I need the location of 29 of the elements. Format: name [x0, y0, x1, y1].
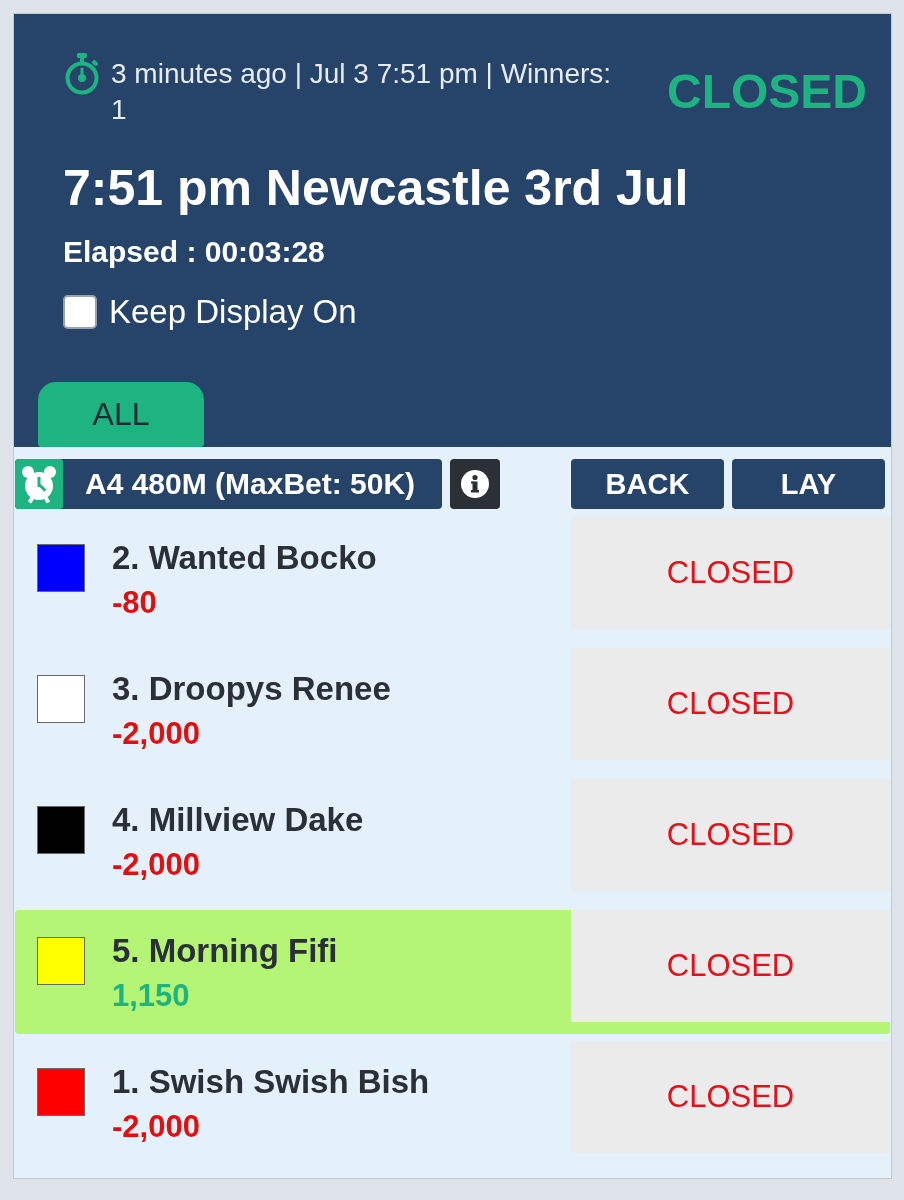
- race-title: 7:51 pm Newcastle 3rd Jul: [63, 159, 690, 218]
- race-info-text: 3 minutes ago | Jul 3 7:51 pm | Winners: 1: [111, 57, 613, 127]
- runner-name: 3. Droopys Renee: [112, 669, 391, 709]
- keep-display-checkbox[interactable]: [63, 295, 97, 329]
- price-cell[interactable]: CLOSED: [571, 779, 890, 891]
- runner-profit: 1,150: [112, 977, 191, 1015]
- column-header: LAY: [732, 459, 885, 509]
- race-status-label: CLOSED: [667, 68, 867, 116]
- alarm-clock-icon: [15, 459, 63, 509]
- runner-profit: -2,000: [112, 846, 201, 884]
- market-name: A4 480M (MaxBet: 50K): [84, 467, 416, 501]
- runner-profit: -80: [112, 584, 158, 622]
- keep-display-label: Keep Display On: [109, 293, 357, 331]
- price-cell[interactable]: CLOSED: [571, 648, 890, 760]
- runner-name: 2. Wanted Bocko: [112, 538, 377, 578]
- price-cell[interactable]: CLOSED: [571, 1041, 890, 1153]
- stopwatch-icon: [63, 53, 101, 95]
- runner-profit: -2,000: [112, 1108, 201, 1146]
- price-cell[interactable]: CLOSED: [571, 910, 890, 1022]
- info-icon: [460, 469, 490, 499]
- price-cell[interactable]: CLOSED: [571, 517, 890, 629]
- runner-name: 4. Millview Dake: [112, 800, 364, 840]
- runner-profit: -2,000: [112, 715, 201, 753]
- runner-name: 5. Morning Fifi: [112, 931, 338, 971]
- runner-name: 1. Swish Swish Bish: [112, 1062, 430, 1102]
- elapsed-time: Elapsed : 00:03:28: [63, 234, 326, 270]
- column-header: BACK: [571, 459, 724, 509]
- filter-tab[interactable]: ALL: [38, 382, 204, 447]
- info-button[interactable]: [450, 459, 500, 509]
